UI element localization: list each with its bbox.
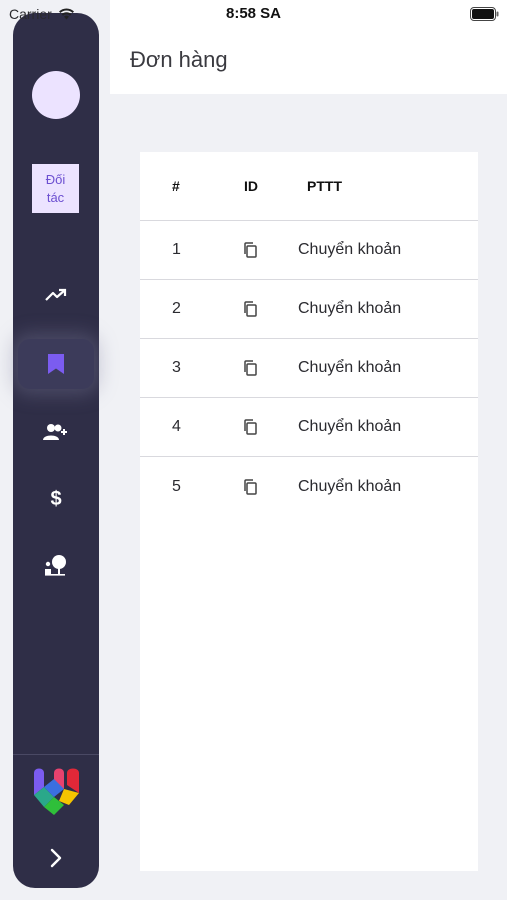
header-number: # xyxy=(172,178,180,194)
copy-icon xyxy=(244,360,257,376)
sidebar-item-users[interactable] xyxy=(18,407,94,457)
copy-id-button[interactable] xyxy=(243,221,257,279)
sidebar: Đối tác $ xyxy=(13,13,99,888)
row-number: 4 xyxy=(172,418,181,435)
person-tree-icon xyxy=(45,555,66,576)
copy-id-button[interactable] xyxy=(243,339,257,397)
partner-badge[interactable]: Đối tác xyxy=(32,164,79,213)
row-number: 1 xyxy=(172,241,181,258)
row-payment-method: Chuyển khoản xyxy=(298,418,402,435)
table-row[interactable]: 2 Chuyển khoản xyxy=(140,280,478,339)
header-payment-method: PTTT xyxy=(307,178,342,194)
copy-icon xyxy=(244,301,257,317)
row-number: 5 xyxy=(172,477,181,495)
brand-logo xyxy=(34,768,79,815)
row-number: 3 xyxy=(172,359,181,376)
clock: 8:58 SA xyxy=(225,5,282,22)
battery-icon xyxy=(470,7,499,21)
header-id: ID xyxy=(244,178,258,194)
status-bar: Carrier 8:58 SA xyxy=(0,0,507,28)
row-payment-method: Chuyển khoản xyxy=(298,359,402,376)
table-row[interactable]: 5 Chuyển khoản xyxy=(140,457,478,516)
chevron-right-icon xyxy=(50,848,62,868)
avatar[interactable] xyxy=(32,71,80,119)
sidebar-item-finance[interactable]: $ xyxy=(18,473,94,523)
copy-id-button[interactable] xyxy=(243,280,257,338)
sidebar-divider xyxy=(13,754,99,755)
partner-label: Đối tác xyxy=(45,171,66,205)
table-row[interactable]: 4 Chuyển khoản xyxy=(140,398,478,457)
table-row[interactable]: 3 Chuyển khoản xyxy=(140,339,478,398)
row-payment-method: Chuyển khoản xyxy=(298,477,402,495)
page-title: Đơn hàng xyxy=(130,47,228,72)
sidebar-item-network[interactable] xyxy=(18,540,94,590)
dollar-icon: $ xyxy=(50,488,61,509)
row-number: 2 xyxy=(172,300,181,317)
copy-icon xyxy=(244,242,257,258)
add-users-icon xyxy=(43,424,67,440)
orders-table: # ID PTTT 1 Chuyển khoản 2 Chuyển khoản … xyxy=(140,152,478,871)
bookmark-icon xyxy=(48,354,64,374)
trending-up-icon xyxy=(45,288,67,301)
copy-id-button[interactable] xyxy=(243,398,257,456)
sidebar-item-stats[interactable] xyxy=(18,270,94,320)
svg-text:$: $ xyxy=(50,488,61,509)
copy-id-button[interactable] xyxy=(243,457,257,516)
row-payment-method: Chuyển khoản xyxy=(298,300,402,317)
expand-sidebar-button[interactable] xyxy=(41,843,71,873)
sidebar-item-orders[interactable] xyxy=(18,339,94,389)
table-row[interactable]: 1 Chuyển khoản xyxy=(140,221,478,280)
row-payment-method: Chuyển khoản xyxy=(298,241,402,258)
table-header: # ID PTTT xyxy=(140,152,478,221)
copy-icon xyxy=(244,478,257,495)
copy-icon xyxy=(244,419,257,435)
